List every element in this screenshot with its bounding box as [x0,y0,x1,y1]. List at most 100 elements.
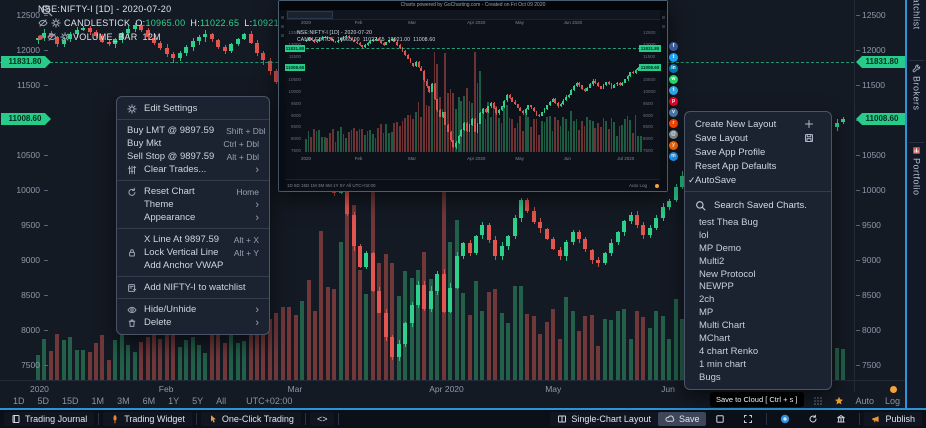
auto-scale-button[interactable]: Auto [855,396,874,406]
saved-chart-test-thea-bug[interactable]: test Thea Bug [685,216,831,229]
share-telegram-icon[interactable]: t [669,86,678,95]
saved-charts-search[interactable]: Search Saved Charts. [685,196,831,214]
hide-volume-icon[interactable] [47,32,57,42]
range-button-3m[interactable]: 3M [117,396,130,406]
saved-chart-4-chart-renko[interactable]: 4 chart Renko [685,345,831,358]
candle [546,105,548,109]
watchlist-icon [127,283,137,293]
range-button-all[interactable]: All [216,396,226,406]
refresh-button[interactable] [799,412,827,426]
volume-bar [568,131,570,152]
tab-portfolio[interactable]: Portfolio [907,146,926,234]
saved-chart-mp[interactable]: MP [685,306,831,319]
range-button-6m[interactable]: 6M [143,396,156,406]
share-linkedin-icon[interactable]: in [669,64,678,73]
volume-bar [533,119,535,152]
popup-last-tag-right: 11008.60 [639,64,661,71]
share-twitter-icon[interactable]: t [669,53,678,62]
menu-item-reset-chart[interactable]: Reset ChartHome [117,185,269,198]
volume-bar [418,102,420,152]
volume-bar [474,281,478,381]
menu-item-edit-settings[interactable]: Edit Settings [117,102,269,115]
popup-tab[interactable] [287,11,333,19]
camera-button[interactable] [771,412,799,426]
volume-bar [619,126,621,152]
bank-button[interactable] [827,412,855,426]
range-button-1y[interactable]: 1Y [168,396,179,406]
publish-button[interactable]: Publish [864,412,922,426]
range-button-5y[interactable]: 5Y [192,396,203,406]
menu-item-buy-lmt-9897-59[interactable]: Buy LMT @ 9897.59Shift + Dbl [117,124,269,137]
menu-item-clear-trades[interactable]: Clear Trades...› [117,163,269,176]
saved-chart-lol[interactable]: lol [685,229,831,242]
favorite-star-icon[interactable] [834,396,844,406]
candle [455,256,459,288]
menu-item-lock-vertical-line[interactable]: Lock Vertical LineAlt + Y [117,246,269,259]
candle [442,274,446,312]
button-label: Single-Chart Layout [571,414,651,424]
share-facebook-icon[interactable]: f [669,42,678,51]
saved-chart-newpp[interactable]: NEWPP [685,280,831,293]
volume-settings-icon[interactable] [60,32,70,42]
saved-chart-1-min-chart[interactable]: 1 min chart [685,358,831,371]
tab-watchlist[interactable]: Watchlist [907,0,926,44]
saved-chart-mchart[interactable]: MChart [685,332,831,345]
share-email-icon[interactable]: @ [669,130,678,139]
saved-chart-multi-chart[interactable]: Multi Chart [685,319,831,332]
menu-item-buy-mkt[interactable]: Buy MktCtrl + Dbl [117,137,269,150]
volume-bar [450,89,452,152]
notification-dot[interactable] [890,386,897,393]
range-button-5d[interactable]: 5D [38,396,50,406]
share-pinterest-icon[interactable]: p [669,97,678,106]
share-vk-icon[interactable]: v [669,108,678,117]
volume-bar [133,352,137,381]
share-messenger-icon[interactable]: m [669,152,678,161]
menu-item-reset-app-defaults[interactable]: Reset App Defaults [685,159,831,173]
menu-item-sell-stop-9897-59[interactable]: Sell Stop @ 9897.59Alt + Dbl [117,150,269,163]
candle [525,109,527,114]
-button[interactable]: <> [310,412,335,426]
menu-item-save-app-profile[interactable]: Save App Profile [685,145,831,159]
menu-item-delete[interactable]: Delete› [117,316,269,329]
menu-item-hide-unhide[interactable]: Hide/Unhide› [117,303,269,316]
menu-item-save-layout[interactable]: Save Layout [685,131,831,145]
share-whatsapp-icon[interactable]: w [669,75,678,84]
timezone-button[interactable]: UTC+02:00 [246,396,292,406]
menu-item-add-nifty-i-to-watchlist[interactable]: Add NIFTY-I to watchlist [117,281,269,294]
menu-item-autosave[interactable]: ✓AutoSave [685,173,831,187]
study-name: CANDLESTICK [64,18,130,28]
log-scale-button[interactable]: Log [885,396,900,406]
study-settings-icon[interactable] [51,18,61,28]
one-click-trading-button[interactable]: One-Click Trading [201,412,301,426]
popup-l: 10921.00 [388,37,410,43]
candle [624,79,626,83]
hide-study-icon[interactable] [38,18,48,28]
saved-chart-2ch[interactable]: 2ch [685,293,831,306]
share-reddit-icon[interactable]: r [669,119,678,128]
checkbox-button[interactable] [706,412,734,426]
trading-journal-button[interactable]: Trading Journal [4,412,94,426]
range-button-15d[interactable]: 15D [62,396,79,406]
tab-brokers[interactable]: Brokers [907,64,926,136]
menu-item-appearance[interactable]: Appearance› [117,211,269,224]
volume-bar [560,126,562,152]
menu-item-add-anchor-vwap[interactable]: Add Anchor VWAP [117,259,269,272]
range-button-1m[interactable]: 1M [92,396,105,406]
menu-item-create-new-layout[interactable]: Create New Layout [685,117,831,131]
save-button[interactable]: Save [658,412,707,426]
single-chart-layout-button[interactable]: Single-Chart Layout [550,412,658,426]
save-tooltip: Save to Cloud [ Ctrl + s ] [710,392,804,407]
saved-chart-new-protocol[interactable]: New Protocol [685,268,831,281]
menu-item-x-line-at-9897-59[interactable]: X Line At 9897.59Alt + X [117,233,269,246]
volume-bar [426,105,428,152]
menu-item-theme[interactable]: Theme› [117,198,269,211]
expand-button[interactable] [734,412,762,426]
saved-chart-bugs[interactable]: Bugs [685,371,831,384]
candle [527,105,529,108]
share-hackernews-icon[interactable]: y [669,141,678,150]
grid-settings-icon[interactable] [813,396,823,406]
saved-chart-multi2[interactable]: Multi2 [685,255,831,268]
range-button-1d[interactable]: 1D [13,396,25,406]
saved-chart-mp-demo[interactable]: MP Demo [685,242,831,255]
trading-widget-button[interactable]: Trading Widget [103,412,192,426]
